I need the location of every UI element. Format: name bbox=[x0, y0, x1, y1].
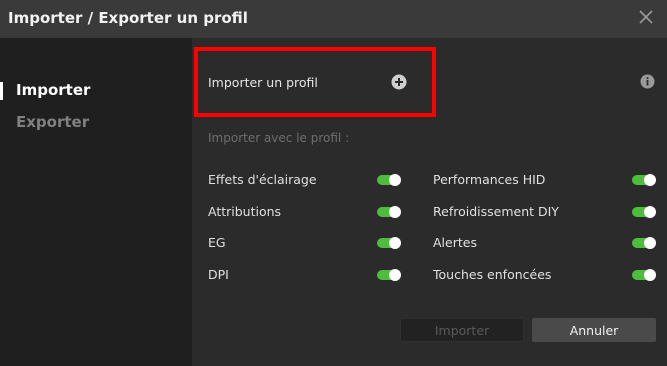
active-indicator bbox=[0, 82, 3, 100]
toggle-pressed-keys[interactable] bbox=[632, 269, 656, 281]
option-label-lighting: Effets d'éclairage bbox=[208, 172, 317, 187]
option-label-dpi: DPI bbox=[208, 267, 229, 282]
toggle-eg[interactable] bbox=[377, 237, 401, 249]
import-button[interactable]: Importer bbox=[400, 318, 524, 342]
import-profile-label[interactable]: Importer un profil bbox=[208, 75, 318, 90]
toggle-hid-performance[interactable] bbox=[632, 174, 656, 186]
info-icon[interactable] bbox=[640, 74, 655, 89]
option-label-alerts: Alertes bbox=[433, 235, 477, 250]
main-panel: Importer un profil Importer avec le prof… bbox=[192, 38, 667, 366]
option-label-diy-cooling: Refroidissement DIY bbox=[433, 204, 559, 219]
section-label: Importer avec le profil : bbox=[208, 131, 350, 145]
sidebar: Importer Exporter bbox=[0, 38, 192, 366]
close-icon[interactable] bbox=[637, 8, 655, 26]
toggle-attributions[interactable] bbox=[377, 206, 401, 218]
toggle-dpi[interactable] bbox=[377, 269, 401, 281]
sidebar-item-importer[interactable]: Importer bbox=[16, 81, 90, 99]
option-label-hid-performance: Performances HID bbox=[433, 172, 546, 187]
toggle-lighting[interactable] bbox=[377, 174, 401, 186]
cancel-button[interactable]: Annuler bbox=[532, 318, 656, 342]
option-label-eg: EG bbox=[208, 235, 226, 250]
toggle-alerts[interactable] bbox=[632, 237, 656, 249]
option-label-pressed-keys: Touches enfoncées bbox=[433, 267, 552, 282]
window-title: Importer / Exporter un profil bbox=[8, 9, 248, 27]
option-label-attributions: Attributions bbox=[208, 204, 282, 219]
toggle-diy-cooling[interactable] bbox=[632, 206, 656, 218]
title-bar: Importer / Exporter un profil bbox=[0, 0, 667, 38]
sidebar-item-exporter[interactable]: Exporter bbox=[16, 113, 89, 131]
plus-circle-icon[interactable] bbox=[391, 74, 407, 90]
